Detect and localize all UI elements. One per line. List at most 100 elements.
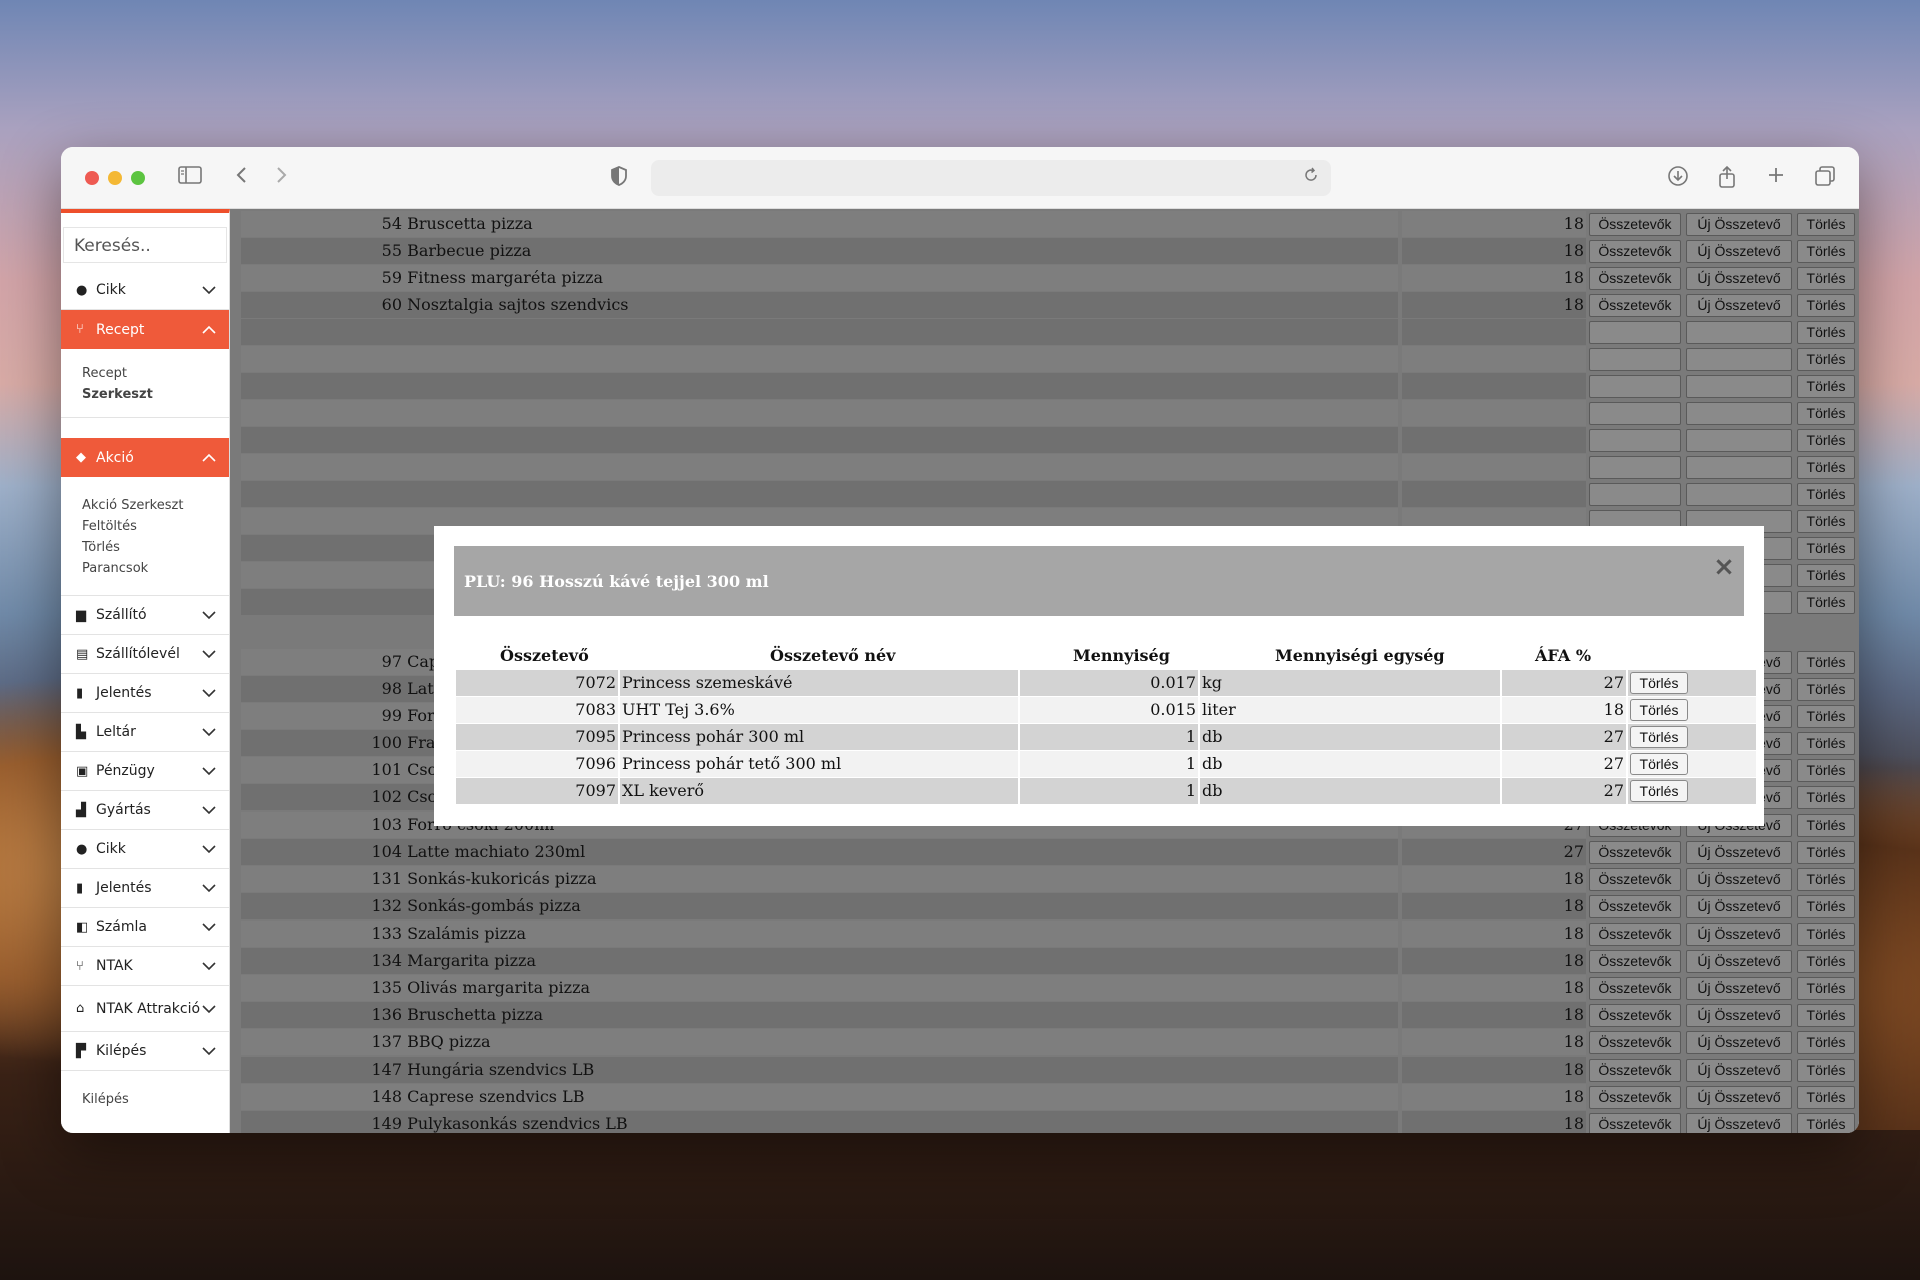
sidebar-item-cikk-2[interactable]: ● Cikk — [61, 830, 229, 869]
delete-button[interactable]: Törlés — [1797, 537, 1855, 560]
downloads-icon[interactable] — [1665, 165, 1691, 191]
close-icon[interactable]: × — [1712, 554, 1736, 580]
new-component-button[interactable]: Új Összetevő — [1686, 1031, 1792, 1054]
components-button[interactable]: Összetevők — [1589, 841, 1681, 864]
delete-button[interactable]: Törlés — [1797, 1004, 1855, 1027]
delete-button[interactable]: Törlés — [1797, 841, 1855, 864]
delete-button[interactable]: Törlés — [1797, 564, 1855, 587]
components-button[interactable]: Összetevők — [1589, 895, 1681, 918]
delete-button[interactable]: Törlés — [1797, 321, 1855, 344]
reload-icon[interactable] — [1301, 167, 1321, 187]
new-component-button[interactable]: Új Összetevő — [1686, 977, 1792, 1000]
delete-button[interactable]: Törlés — [1797, 510, 1855, 533]
new-component-button[interactable]: Új Összetevő — [1686, 294, 1792, 317]
new-component-button[interactable] — [1686, 429, 1792, 452]
components-button[interactable]: Összetevők — [1589, 1004, 1681, 1027]
maximize-window-button[interactable] — [131, 171, 145, 185]
new-component-button[interactable] — [1686, 456, 1792, 479]
delete-component-button[interactable]: Törlés — [1630, 753, 1688, 775]
search-input[interactable]: Keresés.. — [63, 227, 227, 263]
sidebar-item-gyartas[interactable]: ▟ Gyártás — [61, 791, 229, 830]
delete-button[interactable]: Törlés — [1797, 950, 1855, 973]
delete-button[interactable]: Törlés — [1797, 402, 1855, 425]
submenu-item-akcio-szerkeszt[interactable]: Akció Szerkeszt — [82, 495, 229, 516]
components-button[interactable]: Összetevők — [1589, 294, 1681, 317]
delete-button[interactable]: Törlés — [1797, 1059, 1855, 1082]
delete-button[interactable]: Törlés — [1797, 868, 1855, 891]
sidebar-item-szamla[interactable]: ◧ Számla — [61, 908, 229, 947]
submenu-item-recept[interactable]: Recept — [82, 363, 229, 384]
new-component-button[interactable]: Új Összetevő — [1686, 1113, 1792, 1133]
new-component-button[interactable]: Új Összetevő — [1686, 841, 1792, 864]
new-component-button[interactable]: Új Összetevő — [1686, 267, 1792, 290]
components-button[interactable]: Összetevők — [1589, 240, 1681, 263]
sidebar-item-jelentes[interactable]: ▮ Jelentés — [61, 674, 229, 713]
components-button[interactable]: Összetevők — [1589, 213, 1681, 236]
sidebar-item-penzugy[interactable]: ▣ Pénzügy — [61, 752, 229, 791]
sidebar-item-ntak-attrakcio[interactable]: ⌂ NTAK Attrakció — [61, 986, 229, 1032]
components-button[interactable]: Összetevők — [1589, 868, 1681, 891]
components-button[interactable]: Összetevők — [1589, 923, 1681, 946]
components-button[interactable] — [1589, 429, 1681, 452]
delete-button[interactable]: Törlés — [1797, 651, 1855, 674]
sidebar-item-cikk[interactable]: ● Cikk — [61, 271, 229, 310]
components-button[interactable] — [1589, 456, 1681, 479]
delete-button[interactable]: Törlés — [1797, 240, 1855, 263]
new-tab-icon[interactable] — [1763, 165, 1789, 191]
submenu-item-feltoltes[interactable]: Feltöltés — [82, 516, 229, 537]
tab-overview-icon[interactable] — [1812, 165, 1838, 191]
forward-icon[interactable] — [268, 165, 294, 191]
components-button[interactable]: Összetevők — [1589, 1031, 1681, 1054]
components-button[interactable]: Összetevők — [1589, 1113, 1681, 1133]
back-icon[interactable] — [229, 165, 255, 191]
new-component-button[interactable]: Új Összetevő — [1686, 1059, 1792, 1082]
components-button[interactable] — [1589, 483, 1681, 506]
address-bar[interactable] — [651, 160, 1331, 196]
delete-button[interactable]: Törlés — [1797, 483, 1855, 506]
sidebar-item-szallitolevel[interactable]: ▤ Szállítólevél — [61, 635, 229, 674]
components-button[interactable]: Összetevők — [1589, 1059, 1681, 1082]
delete-button[interactable]: Törlés — [1797, 267, 1855, 290]
components-button[interactable] — [1589, 348, 1681, 371]
new-component-button[interactable] — [1686, 321, 1792, 344]
delete-button[interactable]: Törlés — [1797, 1113, 1855, 1133]
submenu-item-szerkeszt[interactable]: Szerkeszt — [82, 384, 229, 405]
delete-button[interactable]: Törlés — [1797, 895, 1855, 918]
submenu-item-kilepes[interactable]: Kilépés — [82, 1089, 229, 1110]
new-component-button[interactable]: Új Összetevő — [1686, 950, 1792, 973]
new-component-button[interactable]: Új Összetevő — [1686, 895, 1792, 918]
delete-button[interactable]: Törlés — [1797, 923, 1855, 946]
delete-button[interactable]: Törlés — [1797, 294, 1855, 317]
submenu-item-parancsok[interactable]: Parancsok — [82, 558, 229, 579]
delete-button[interactable]: Törlés — [1797, 814, 1855, 837]
delete-button[interactable]: Törlés — [1797, 375, 1855, 398]
new-component-button[interactable]: Új Összetevő — [1686, 1004, 1792, 1027]
components-button[interactable] — [1589, 375, 1681, 398]
new-component-button[interactable]: Új Összetevő — [1686, 923, 1792, 946]
sidebar-item-ntak[interactable]: ⑂ NTAK — [61, 947, 229, 986]
components-button[interactable]: Összetevők — [1589, 977, 1681, 1000]
sidebar-item-kilepes[interactable]: ▛ Kilépés — [61, 1032, 229, 1071]
delete-button[interactable]: Törlés — [1797, 705, 1855, 728]
share-icon[interactable] — [1714, 165, 1740, 191]
sidebar-item-leltar[interactable]: ▙ Leltár — [61, 713, 229, 752]
new-component-button[interactable] — [1686, 402, 1792, 425]
delete-component-button[interactable]: Törlés — [1630, 672, 1688, 694]
minimize-window-button[interactable] — [108, 171, 122, 185]
delete-button[interactable]: Törlés — [1797, 678, 1855, 701]
delete-button[interactable]: Törlés — [1797, 1031, 1855, 1054]
components-button[interactable]: Összetevők — [1589, 950, 1681, 973]
sidebar-toggle-icon[interactable] — [177, 165, 203, 191]
delete-button[interactable]: Törlés — [1797, 429, 1855, 452]
delete-button[interactable]: Törlés — [1797, 977, 1855, 1000]
delete-button[interactable]: Törlés — [1797, 1086, 1855, 1109]
new-component-button[interactable] — [1686, 348, 1792, 371]
delete-button[interactable]: Törlés — [1797, 786, 1855, 809]
components-button[interactable] — [1589, 402, 1681, 425]
delete-button[interactable]: Törlés — [1797, 591, 1855, 614]
privacy-shield-icon[interactable] — [606, 165, 632, 191]
sidebar-item-szallito[interactable]: ▆ Szállító — [61, 596, 229, 635]
delete-button[interactable]: Törlés — [1797, 213, 1855, 236]
sidebar-item-jelentes-2[interactable]: ▮ Jelentés — [61, 869, 229, 908]
delete-component-button[interactable]: Törlés — [1630, 780, 1688, 802]
